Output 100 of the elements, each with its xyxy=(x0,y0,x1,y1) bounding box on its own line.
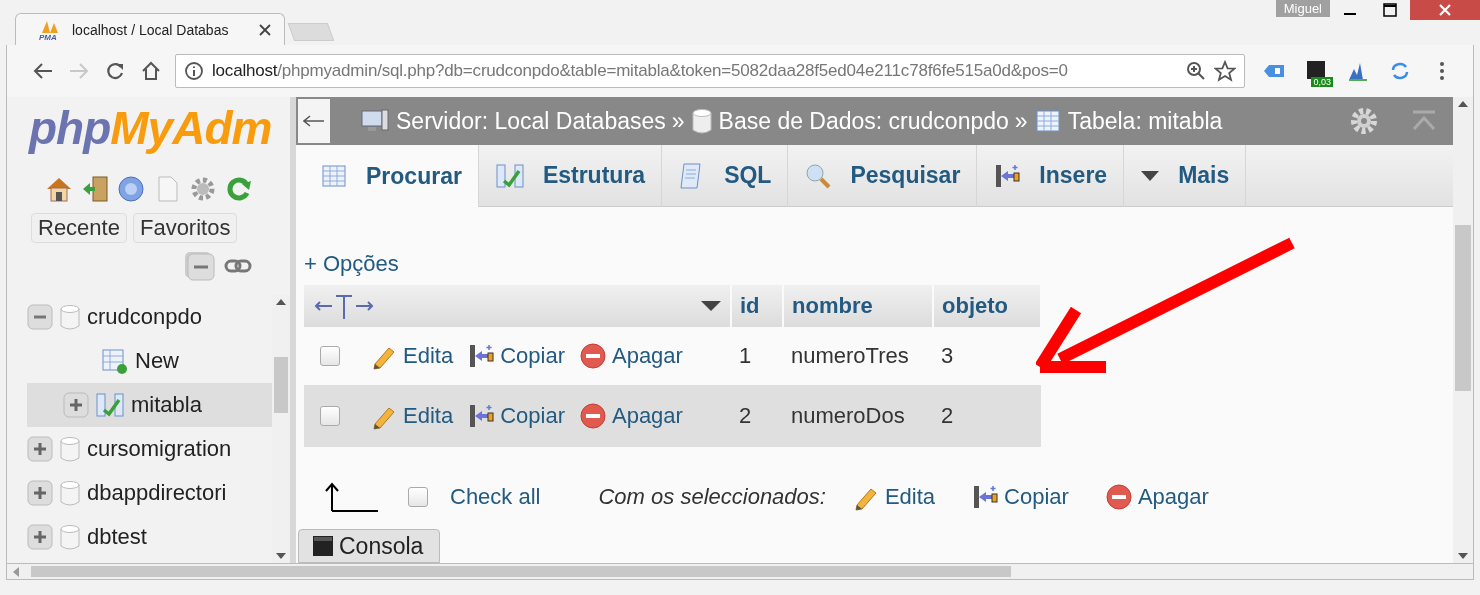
column-header[interactable]: objeto xyxy=(933,285,1041,327)
checkbox[interactable] xyxy=(320,406,340,426)
breadcrumb-separator: » xyxy=(1014,107,1028,135)
database-icon xyxy=(59,479,81,507)
tree-item[interactable]: crudconpdo xyxy=(87,304,202,330)
caret-icon xyxy=(1140,169,1161,182)
back-icon[interactable] xyxy=(303,115,325,127)
structure-icon xyxy=(95,391,125,419)
sidebar-button[interactable]: Favoritos xyxy=(132,213,238,243)
info-icon xyxy=(184,61,204,81)
column-header[interactable]: id xyxy=(731,285,783,327)
settings-icon[interactable] xyxy=(1349,106,1379,136)
table-cell: numeroTres xyxy=(783,327,933,385)
tab[interactable]: Mais xyxy=(1124,145,1247,207)
expand-icon[interactable] xyxy=(27,480,53,506)
breadcrumb-link[interactable]: Tabela: mitabla xyxy=(1067,107,1223,135)
scrollbar-thumb[interactable] xyxy=(274,357,288,413)
address-bar[interactable]: localhost/phpmyadmin/sql.php?db=crudconpdo&table=mitabla&token=5082daa28f5ed04e211c78f6fe515a0d&pos=0 xyxy=(175,54,1245,88)
zoom-icon xyxy=(1186,61,1206,81)
expand-icon[interactable] xyxy=(63,392,89,418)
sync-icon[interactable] xyxy=(1389,61,1411,81)
breadcrumb-link[interactable]: Base de Dados: crudconpdo xyxy=(718,107,1009,135)
logo[interactable]: phpMyAdm xyxy=(7,97,290,165)
horizontal-scrollbar[interactable] xyxy=(6,563,1474,580)
checkbox[interactable] xyxy=(320,346,340,366)
scroll-down-icon[interactable] xyxy=(276,553,286,559)
refresh-icon[interactable] xyxy=(225,175,253,203)
back-icon[interactable] xyxy=(33,62,53,80)
browser-tab[interactable]: PMA localhost / Local Databas xyxy=(15,13,285,45)
maximize-icon[interactable] xyxy=(1383,3,1397,17)
reload-icon[interactable] xyxy=(105,61,125,81)
console-icon[interactable] xyxy=(313,536,333,556)
tab[interactable]: SQL xyxy=(662,145,789,207)
delete-link[interactable]: Apagar xyxy=(578,342,683,370)
tab[interactable]: Insere xyxy=(977,145,1125,207)
scroll-down-icon[interactable] xyxy=(1458,553,1468,559)
delete-icon xyxy=(1104,483,1133,511)
expand-icon[interactable] xyxy=(27,524,53,550)
edit-link[interactable]: Edita xyxy=(370,402,454,430)
collapse-all-icon[interactable] xyxy=(184,251,216,281)
database-icon xyxy=(59,303,81,331)
table-cell: 2 xyxy=(933,385,1041,447)
caret-icon[interactable] xyxy=(700,300,722,312)
close-icon[interactable] xyxy=(258,22,272,37)
tree-item[interactable]: mitabla xyxy=(131,392,202,418)
expand-icon[interactable] xyxy=(27,436,53,462)
checkbox[interactable] xyxy=(408,487,428,507)
database-icon xyxy=(690,107,713,135)
scroll-up-icon[interactable] xyxy=(1458,101,1468,107)
tag-icon[interactable] xyxy=(1263,63,1285,79)
edit-link[interactable]: Edita xyxy=(370,342,454,370)
table-cell: numeroDos xyxy=(783,385,933,447)
breadcrumb-link[interactable]: Servidor: Local Databases xyxy=(396,107,666,135)
table-settings-icon xyxy=(1033,107,1062,135)
scrollbar-thumb[interactable] xyxy=(1455,225,1471,391)
tab[interactable]: Estrutura xyxy=(478,145,663,207)
table-icon xyxy=(320,162,348,190)
home-icon[interactable] xyxy=(45,175,73,203)
help-icon[interactable] xyxy=(117,175,145,203)
tree-item[interactable]: dbappdirectori xyxy=(87,480,227,506)
settings-icon[interactable] xyxy=(189,175,217,203)
edit-link[interactable]: Edita xyxy=(851,483,936,511)
tree-item[interactable]: cursomigration xyxy=(87,436,232,462)
copy-icon xyxy=(467,402,496,430)
options-link[interactable]: + Opções xyxy=(304,251,1453,277)
delete-link[interactable]: Apagar xyxy=(1104,483,1209,511)
url-text: localhost/phpmyadmin/sql.php?db=crudconpdo&table=mitabla&token=5082daa28f5ed04e211c78f6fe515a0d&pos=0 xyxy=(212,61,1069,81)
close-button[interactable] xyxy=(1410,0,1480,20)
exit-icon[interactable] xyxy=(81,175,109,203)
selected-tree-row[interactable]: mitabla xyxy=(27,383,272,427)
resize-arrows-icon[interactable] xyxy=(314,293,374,319)
server-icon xyxy=(360,108,390,134)
copy-link[interactable]: Copiar xyxy=(971,483,1069,511)
delete-icon xyxy=(578,342,607,370)
column-header[interactable]: nombre xyxy=(783,285,933,327)
copy-link[interactable]: Copiar xyxy=(467,402,565,430)
new-table-icon xyxy=(101,347,129,375)
table-cell: 3 xyxy=(933,327,1041,385)
back-button[interactable] xyxy=(298,99,330,143)
search-icon xyxy=(804,161,833,190)
scrollbar-thumb[interactable] xyxy=(31,566,1011,577)
link-icon[interactable] xyxy=(224,258,252,274)
favicon: PMA xyxy=(38,18,64,41)
copy-link[interactable]: Copiar xyxy=(467,342,565,370)
tree-item[interactable]: New xyxy=(135,348,179,374)
sidebar-button[interactable]: Recente xyxy=(31,213,127,243)
tab[interactable]: Pesquisar xyxy=(788,145,978,207)
console-button[interactable]: Consola xyxy=(298,529,440,563)
collapse-icon[interactable] xyxy=(27,304,53,330)
menu-icon[interactable] xyxy=(1439,61,1445,81)
scrollbar[interactable] xyxy=(1453,97,1473,563)
check-all-link[interactable]: Check all xyxy=(450,484,541,510)
table-cell: 2 xyxy=(731,385,783,447)
scroll-up-icon[interactable] xyxy=(276,299,286,305)
tree-item[interactable]: dbtest xyxy=(87,524,147,550)
delete-link[interactable]: Apagar xyxy=(578,402,683,430)
delete-icon xyxy=(578,402,607,430)
scroll-left-icon[interactable] xyxy=(13,566,19,577)
home-icon[interactable] xyxy=(141,61,161,81)
tab-title: localhost / Local Databas xyxy=(72,21,230,38)
